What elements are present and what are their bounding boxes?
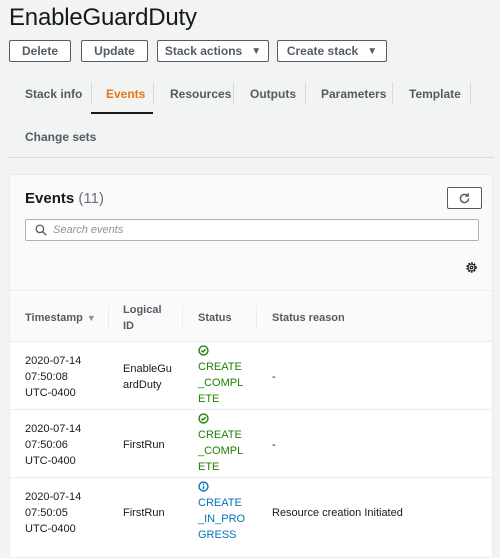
tab-divider <box>305 82 306 104</box>
column-header-status-reason: Status reason <box>272 312 345 324</box>
active-tab-indicator <box>91 112 153 114</box>
column-divider <box>108 305 109 330</box>
timestamp-cell: 2020-07-14 07:50:08 UTC-0400 <box>25 355 82 399</box>
success-check-icon <box>198 345 246 359</box>
sort-desc-icon: ▼ <box>86 313 96 323</box>
events-title-text: Events <box>25 190 75 207</box>
tab-divider <box>392 82 393 104</box>
tab-divider <box>91 82 92 104</box>
search-events-field[interactable] <box>25 219 479 241</box>
success-check-icon <box>198 413 246 427</box>
delete-button[interactable]: Delete <box>9 40 71 62</box>
tab-parameters[interactable]: Parameters <box>321 87 386 101</box>
preferences-button[interactable] <box>465 261 478 274</box>
column-header-timestamp[interactable]: Timestamp ▼ <box>25 310 96 326</box>
events-count: (11) <box>78 190 104 207</box>
stack-actions-label: Stack actions <box>164 44 243 58</box>
create-stack-dropdown[interactable]: Create stack ▼ <box>277 40 387 62</box>
tab-stack-info[interactable]: Stack info <box>25 87 82 101</box>
search-events-input[interactable] <box>53 224 453 236</box>
tab-divider <box>153 82 154 104</box>
logical-id-cell: FirstRun <box>123 507 165 519</box>
status-reason-cell: - <box>272 371 276 383</box>
status-reason-cell: Resource creation Initiated <box>272 507 403 519</box>
column-header-logical-id: Logical ID <box>123 304 162 332</box>
events-panel: Events (11) Timestamp▼ Logica <box>9 174 493 558</box>
table-row: 2020-07-14 07:50:05 UTC-0400 FirstRun CR… <box>10 478 492 558</box>
tab-divider <box>233 82 234 104</box>
page-title: EnableGuardDuty <box>9 4 197 31</box>
tab-change-sets[interactable]: Change sets <box>25 130 96 144</box>
caret-down-icon: ▼ <box>251 45 262 57</box>
tab-outputs[interactable]: Outputs <box>250 87 296 101</box>
tab-template[interactable]: Template <box>409 87 461 101</box>
timestamp-cell: 2020-07-14 07:50:05 UTC-0400 <box>25 491 82 535</box>
create-stack-label: Create stack <box>286 44 359 58</box>
status-cell: CREATE_COMPLETE <box>198 345 246 407</box>
update-button-label: Update <box>94 44 135 58</box>
gear-icon <box>466 262 477 273</box>
caret-down-icon: ▼ <box>367 45 378 57</box>
column-divider <box>182 305 183 330</box>
events-panel-title: Events (11) <box>25 190 104 207</box>
tab-divider <box>470 82 471 104</box>
column-divider <box>256 305 257 330</box>
refresh-button[interactable] <box>447 187 482 209</box>
update-button[interactable]: Update <box>81 40 148 62</box>
column-header-status: Status <box>198 312 232 324</box>
status-cell: CREATE_COMPLETE <box>198 413 246 475</box>
search-icon <box>35 224 47 236</box>
delete-button-label: Delete <box>21 44 59 58</box>
table-header: Timestamp ▼ Logical ID Status Status reas… <box>10 290 492 342</box>
tab-resources[interactable]: Resources <box>170 87 231 101</box>
tab-events[interactable]: Events <box>106 87 145 101</box>
status-cell: CREATE_IN_PROGRESS <box>198 481 246 543</box>
table-row: 2020-07-14 07:50:06 UTC-0400 FirstRun CR… <box>10 410 492 478</box>
logical-id-cell: EnableGuardDuty <box>123 363 172 391</box>
refresh-icon <box>459 192 470 203</box>
stack-actions-dropdown[interactable]: Stack actions ▼ <box>157 40 269 62</box>
tabs-divider <box>8 157 494 158</box>
status-reason-cell: - <box>272 439 276 451</box>
timestamp-cell: 2020-07-14 07:50:06 UTC-0400 <box>25 423 82 467</box>
table-row: 2020-07-14 07:50:08 UTC-0400 EnableGuard… <box>10 342 492 410</box>
info-icon <box>198 481 246 495</box>
logical-id-cell: FirstRun <box>123 439 165 451</box>
